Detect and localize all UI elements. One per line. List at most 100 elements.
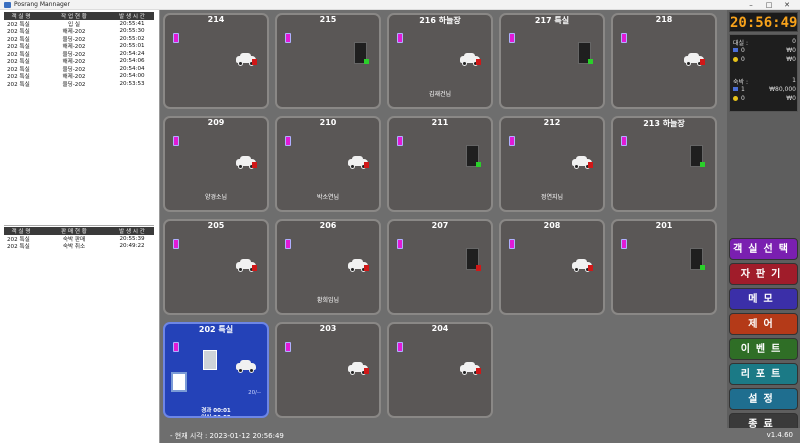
room-tile[interactable]: 208 [499,219,605,315]
cash-icon [733,57,738,62]
version-label: v1.4.60 [766,431,793,439]
room-number: 207 [431,221,449,230]
room-tile[interactable]: 201 [611,219,717,315]
guest-name: 박소연님 [316,194,340,201]
room-tile[interactable]: 217 특실 [499,13,605,109]
close-button[interactable]: ✕ [780,0,794,10]
status-cell: 울딩-202 [62,81,86,88]
col-time: 발 생 시 간 [119,229,145,235]
room-number: 213 하늘장 [643,119,685,128]
room-tile[interactable]: 204 [387,322,493,418]
guest-name: 김재건님 [428,91,452,98]
room-tile[interactable]: 202 특실 20/-- 경과 00:01 입실 20:55 [163,322,269,418]
room-number: 218 [655,15,673,24]
unlock-icon [588,59,593,64]
keycard-icon [285,33,291,43]
stay-cash-count: 0 [741,95,745,102]
vacancy-card-count: 0 [741,47,745,54]
lock-icon [476,265,481,271]
stay-card-amount: ₩80,000 [769,86,796,93]
room-number: 217 특실 [534,16,570,25]
stay-label: 숙박 : [733,79,748,86]
menu-button[interactable]: 이벤트 [729,338,798,360]
room-tile[interactable]: 213 하늘장 [611,116,717,212]
room-tile[interactable]: 214 [163,13,269,109]
room-number: 211 [431,118,449,127]
menu-button[interactable]: 제어 [729,313,798,335]
digital-clock: 20:56:49 [729,12,798,32]
checkin-time: 입실 20:55 [201,415,231,418]
sales-summary: 대실 :0 0 ₩0 0 ₩0 숙박 :1 1 ₩80,000 0 ₩0 [729,34,798,112]
keycard-icon [173,33,179,43]
time-cell: 20:49:22 [119,243,145,250]
menu-button[interactable]: 리포트 [729,363,798,385]
menu-button[interactable]: 설정 [729,388,798,410]
keycard-icon [173,136,179,146]
time-cell: 20:55:01 [119,43,145,50]
room-number: 212 [543,118,561,127]
vacancy-card-amount: ₩0 [786,47,796,54]
unlock-icon [700,162,705,167]
log-row[interactable]: 202 특실 숙박 취소 20:49:22 [4,243,154,251]
stay-cash-amount: ₩0 [786,95,796,102]
lock-icon [588,162,593,168]
room-tile[interactable]: 207 [387,219,493,315]
room-tile[interactable]: 210 박소연님 [275,116,381,212]
room-tile[interactable]: 203 [275,322,381,418]
menu-button[interactable]: 메모 [729,288,798,310]
time-cell: 20:54:00 [119,73,145,80]
room-tile[interactable]: 206 황희임님 [275,219,381,315]
lock-icon [364,265,369,271]
lock-icon [364,368,369,374]
room-number: 215 [319,15,337,24]
time-cell: 20:54:04 [119,65,145,72]
log-row[interactable]: 202 특실 울딩-202 20:53:53 [4,80,154,88]
room-number: 209 [207,118,225,127]
menu-button[interactable]: 자판기 [729,263,798,285]
sales-log-table: 객 실 명 판 매 현 황 발 생 시 간 202 특실 숙박 판매 20:55:3… [4,225,154,250]
guest-name: 정연지님 [540,194,564,201]
room-tile[interactable]: 218 [611,13,717,109]
keycard-icon [285,239,291,249]
vacancy-label: 대실 : [733,40,748,47]
maximize-button[interactable]: □ [762,0,776,10]
usage-count: 20/-- [248,390,261,396]
current-time: - 현재 시각 : 2023-01-12 20:56:49 [170,432,284,440]
keycard-icon [509,136,515,146]
room-name-cell: 202 특실 [7,244,30,251]
room-number: 210 [319,118,337,127]
stay-count: 1 [792,77,796,84]
keycard-icon [397,342,403,352]
cash-icon [733,96,738,101]
col-time: 발 생 시 간 [119,14,145,20]
lock-icon [476,368,481,374]
room-tile[interactable]: 216 하늘장김재건님 [387,13,493,109]
room-tile[interactable]: 209 양경소님 [163,116,269,212]
keycard-icon [397,239,403,249]
room-number: 205 [207,221,225,230]
keycard-icon [509,239,515,249]
title-bar: Posrang Mannager – □ ✕ [0,0,800,10]
guest-name: 양경소님 [204,194,228,201]
right-panel: 20:56:49 대실 :0 0 ₩0 0 ₩0 숙박 :1 1 ₩80,000 0 ₩… [727,10,800,435]
room-number: 204 [431,324,449,333]
time-cell: 20:53:53 [119,80,145,87]
keycard-icon [285,342,291,352]
room-tile[interactable]: 215 [275,13,381,109]
room-number: 216 하늘장 [419,16,461,25]
lock-icon [700,59,705,65]
minimize-button[interactable]: – [744,0,758,10]
room-name-cell: 202 특실 [7,81,30,88]
keycard-icon [173,239,179,249]
lock-icon [476,59,481,65]
keycard-icon [621,136,627,146]
open-door-icon [171,372,187,392]
time-cell: 20:54:06 [119,58,145,65]
room-number: 201 [655,221,673,230]
room-tile[interactable]: 205 [163,219,269,315]
lock-icon [588,265,593,271]
room-tile[interactable]: 211 [387,116,493,212]
room-tile[interactable]: 212 정연지님 [499,116,605,212]
app-icon [4,2,11,8]
menu-button[interactable]: 객실선택 [729,238,798,260]
